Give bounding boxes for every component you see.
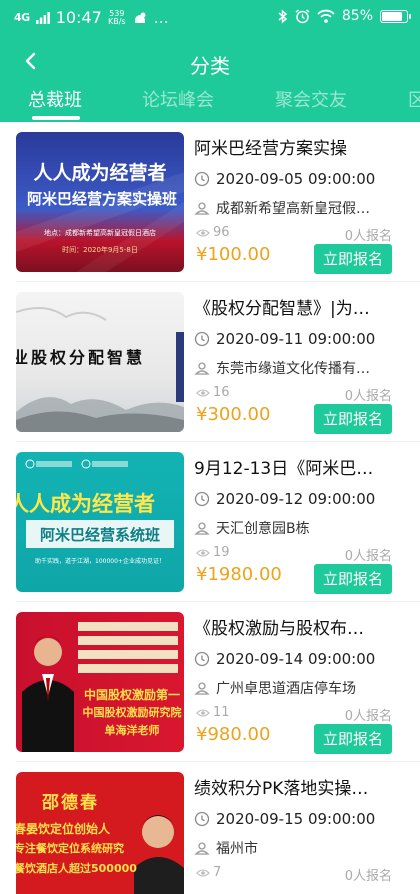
- event-time: 2020-09-05 09:00:00: [216, 170, 376, 188]
- list-item[interactable]: 人人成为经营者 阿米巴经营系统班 助千实践，道于江湖，100000+企业成功见证…: [0, 442, 420, 602]
- views-eye-icon: [196, 388, 210, 397]
- signal-bars-icon: [35, 11, 50, 24]
- clock-icon: [194, 811, 210, 827]
- course-thumbnail: 邵德春 春晏饮定位创始人 专注餐饮定位系统研究 餐饮酒店人超过500000: [16, 772, 184, 894]
- views-eye-icon: [196, 708, 210, 717]
- thumb-line2: 中国股权激励研究院: [82, 706, 182, 719]
- course-title[interactable]: 《股权分配智慧》|为…: [194, 294, 404, 319]
- signup-count: 0人报名: [344, 549, 392, 564]
- category-tabs: 总裁班 论坛峰会 聚会交友 区: [0, 84, 420, 122]
- location-icon: [194, 202, 210, 215]
- view-count: 96: [213, 225, 230, 240]
- clock-icon: [194, 331, 210, 347]
- course-price: ¥980.00: [196, 724, 271, 745]
- list-item[interactable]: 人人成为经营者 阿米巴经营方案实操班 地点：成都新希望高新皇冠假日酒店 时间：2…: [0, 122, 420, 282]
- event-time: 2020-09-11 09:00:00: [216, 330, 376, 348]
- course-title[interactable]: 绩效积分PK落地实操…: [194, 774, 404, 799]
- active-tab-indicator: [32, 116, 80, 120]
- views-eye-icon: [196, 868, 210, 877]
- bluetooth-icon: [278, 8, 288, 24]
- battery-icon: [380, 9, 411, 23]
- thumb-line2: 春晏饮定位创始人: [16, 822, 111, 836]
- tab-forum-summit[interactable]: 论坛峰会: [142, 86, 214, 112]
- thumb-line4: 时间：2020年9月5-8日: [62, 246, 138, 254]
- tab-president-class[interactable]: 总裁班: [28, 86, 82, 112]
- thumb-line3: 助千实践，道于江湖，100000+企业成功见证！: [35, 558, 165, 565]
- tab-more[interactable]: 区: [408, 86, 420, 112]
- location-icon: [194, 682, 210, 695]
- clock-icon: [194, 171, 210, 187]
- thumb-line2: 阿米巴经营系统班: [39, 526, 160, 544]
- thumb-line3: 单海洋老师: [104, 724, 160, 737]
- signal-indicator: 4G: [14, 11, 30, 24]
- thumb-line1: 人人成为经营者: [33, 162, 167, 184]
- view-count: 16: [213, 385, 230, 400]
- course-title[interactable]: 《股权激励与股权布…: [194, 614, 404, 639]
- event-time: 2020-09-15 09:00:00: [216, 810, 376, 828]
- list-item[interactable]: 邵德春 春晏饮定位创始人 专注餐饮定位系统研究 餐饮酒店人超过500000 绩效…: [0, 762, 420, 894]
- event-location: 福州市: [216, 841, 258, 857]
- view-count: 7: [213, 865, 222, 880]
- signup-button[interactable]: 立即报名: [314, 244, 392, 274]
- page-title: 分类: [190, 54, 230, 78]
- signup-button[interactable]: 立即报名: [314, 724, 392, 754]
- location-icon: [194, 842, 210, 855]
- event-location: 东莞市缘道文化传播有…: [216, 361, 370, 377]
- signup-button[interactable]: 立即报名: [314, 404, 392, 434]
- thumb-line1: 中国股权激励第一: [83, 688, 180, 702]
- course-price: ¥300.00: [196, 404, 271, 425]
- thumb-line3: 专注餐饮定位系统研究: [16, 842, 124, 855]
- clock-icon: [194, 491, 210, 507]
- thumb-line1: 业股权分配智慧: [16, 348, 146, 367]
- app-header: 4G 10:47 539 KB/s … 85% 分类 总裁班 论坛峰会 聚会交友…: [0, 0, 420, 122]
- wifi-icon: [317, 9, 335, 23]
- network-speed: 539 KB/s: [107, 8, 126, 26]
- battery-percent: 85%: [341, 8, 373, 24]
- event-time: 2020-09-14 09:00:00: [216, 650, 376, 668]
- signup-button[interactable]: 立即报名: [314, 564, 392, 594]
- course-thumbnail: 业股权分配智慧: [16, 292, 184, 432]
- thumb-line3: 地点：成都新希望高新皇冠假日酒店: [44, 229, 156, 237]
- list-item[interactable]: 中国股权激励第一 中国股权激励研究院 单海洋老师 《股权激励与股权布… 2020…: [0, 602, 420, 762]
- tab-party-social[interactable]: 聚会交友: [275, 86, 347, 112]
- location-icon: [194, 362, 210, 375]
- course-title[interactable]: 阿米巴经营方案实操: [194, 134, 404, 159]
- notification-app-icon: [134, 12, 146, 23]
- list-item[interactable]: 业股权分配智慧 《股权分配智慧》|为… 2020-09-11 09:00:00 …: [0, 282, 420, 442]
- location-icon: [194, 522, 210, 535]
- status-bar: 4G 10:47 539 KB/s … 85%: [0, 0, 420, 34]
- more-notifications: …: [153, 8, 169, 27]
- signup-count: 0人报名: [344, 709, 392, 724]
- clock: 10:47: [55, 8, 102, 27]
- thumb-line1: 人人成为经营者: [16, 491, 155, 516]
- course-price: ¥100.00: [196, 244, 271, 265]
- event-time: 2020-09-12 09:00:00: [216, 490, 376, 508]
- thumb-line2: 阿米巴经营方案实操班: [26, 190, 177, 208]
- view-count: 11: [213, 705, 230, 720]
- course-price: ¥1980.00: [196, 564, 282, 585]
- event-location: 广州卓思道酒店停车场: [216, 681, 356, 697]
- clock-icon: [194, 651, 210, 667]
- course-thumbnail: 中国股权激励第一 中国股权激励研究院 单海洋老师: [16, 612, 184, 752]
- signup-count: 0人报名: [344, 389, 392, 404]
- views-eye-icon: [196, 228, 210, 237]
- alarm-icon: [295, 8, 310, 23]
- course-thumbnail: 人人成为经营者 阿米巴经营方案实操班 地点：成都新希望高新皇冠假日酒店 时间：2…: [16, 132, 184, 272]
- event-location: 成都新希望高新皇冠假…: [216, 201, 370, 217]
- event-location: 天汇创意园B栋: [216, 521, 310, 537]
- course-title[interactable]: 9月12-13日《阿米巴…: [194, 454, 404, 479]
- course-thumbnail: 人人成为经营者 阿米巴经营系统班 助千实践，道于江湖，100000+企业成功见证…: [16, 452, 184, 592]
- signup-count: 0人报名: [344, 869, 392, 884]
- views-eye-icon: [196, 548, 210, 557]
- signup-count: 0人报名: [344, 229, 392, 244]
- thumb-line1: 邵德春: [42, 793, 99, 813]
- thumb-line4: 餐饮酒店人超过500000: [16, 862, 137, 875]
- view-count: 19: [213, 545, 230, 560]
